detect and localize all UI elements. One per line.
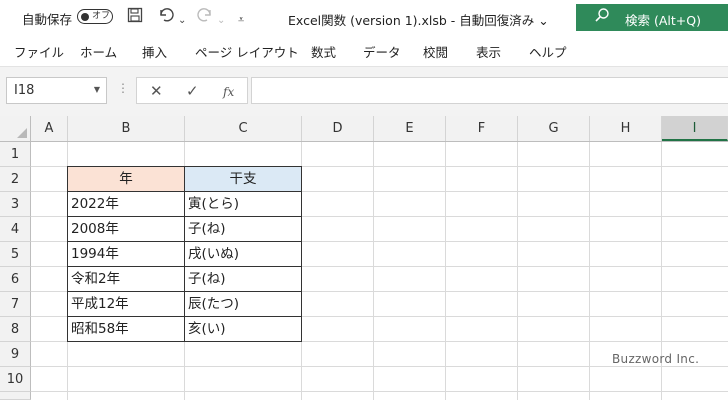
column-header-f[interactable]: F [446,116,518,141]
ribbon-tabs: ファイル ホーム 挿入 ページ レイアウト 数式 データ 校閲 表示 ヘルプ [0,35,728,67]
row-header-1[interactable]: 1 [0,142,31,167]
table-cell-eto[interactable]: 子(ね) [185,217,302,242]
search-box[interactable]: 検索 (Alt+Q) [576,4,728,31]
row-header-8[interactable]: 8 [0,317,31,342]
toggle-state-label: オフ [92,11,111,21]
tab-formulas[interactable]: 数式 [311,42,336,61]
toggle-knob [81,12,89,21]
select-all-button[interactable] [0,116,31,141]
autosave-label: 自動保存 [22,12,73,27]
tab-review[interactable]: 校閲 [423,42,448,61]
name-box[interactable]: I18 ▼ [6,77,107,104]
row-header-11[interactable] [0,392,31,400]
table-cell-year[interactable]: 平成12年 [67,292,185,317]
tab-home[interactable]: ホーム [80,42,117,61]
formula-bar-grip-icon[interactable]: ⋮ [117,81,129,95]
column-header-i[interactable]: I [662,116,728,141]
column-header-d[interactable]: D [302,116,374,141]
row-header-2[interactable]: 2 [0,167,31,192]
row-header-4[interactable]: 4 [0,217,31,242]
table-cell-year[interactable]: 1994年 [67,242,185,267]
table-cell-year[interactable]: 令和2年 [67,267,185,292]
column-header-row: A B C D E F G H I [0,116,728,142]
table-cell-eto[interactable]: 亥(い) [185,317,302,342]
formula-buttons: ✕ ✓ fx [136,77,248,104]
name-box-value: I18 [14,83,35,98]
formula-bar: I18 ▼ ⋮ ✕ ✓ fx [0,67,728,116]
column-header-c[interactable]: C [185,116,302,141]
tab-help[interactable]: ヘルプ [529,42,567,61]
autosave-toggle[interactable]: オフ [77,9,113,24]
watermark: Buzzword Inc. [612,352,700,366]
formula-input[interactable] [251,77,728,104]
search-label: 検索 (Alt+Q) [625,13,701,28]
undo-icon[interactable] [157,7,175,28]
table-cell-year[interactable]: 2008年 [67,217,185,242]
tab-file[interactable]: ファイル [14,42,64,61]
worksheet-grid: A B C D E F G H I 1 2 3 4 5 6 7 8 9 10 年… [0,116,728,400]
insert-function-icon[interactable]: fx [223,82,234,102]
tab-insert[interactable]: 挿入 [142,42,167,61]
tab-page-layout[interactable]: ページ レイアウト [195,42,299,61]
enter-icon[interactable]: ✓ [186,81,199,101]
undo-dropdown-icon[interactable]: ⌄ [178,11,186,31]
table-header-eto[interactable]: 干支 [185,166,302,192]
save-icon[interactable] [127,7,143,28]
row-header-7[interactable]: 7 [0,292,31,317]
table-cell-year[interactable]: 昭和58年 [67,317,185,342]
redo-icon[interactable] [196,7,214,28]
row-header-3[interactable]: 3 [0,192,31,217]
customize-quick-access-icon[interactable]: ⩡ [238,10,244,30]
redo-dropdown-icon[interactable]: ⌄ [217,11,225,31]
row-header-6[interactable]: 6 [0,267,31,292]
row-header-10[interactable]: 10 [0,367,31,392]
table-cell-eto[interactable]: 寅(とら) [185,192,302,217]
column-header-e[interactable]: E [374,116,446,141]
column-header-g[interactable]: G [518,116,590,141]
table-cell-eto[interactable]: 辰(たつ) [185,292,302,317]
document-title[interactable]: Excel関数 (version 1).xlsb - 自動回復済み ⌄ [288,10,549,29]
tab-view[interactable]: 表示 [476,42,501,61]
cancel-icon[interactable]: ✕ [150,81,163,101]
column-header-b[interactable]: B [68,116,185,141]
tab-data[interactable]: データ [363,42,401,61]
column-header-a[interactable]: A [31,116,68,141]
row-header-5[interactable]: 5 [0,242,31,267]
chevron-down-icon[interactable]: ▼ [94,85,100,94]
table-header-year[interactable]: 年 [67,166,185,192]
column-header-h[interactable]: H [590,116,662,141]
table-cell-eto[interactable]: 戌(いぬ) [185,242,302,267]
table-cell-year[interactable]: 2022年 [67,192,185,217]
table-cell-eto[interactable]: 子(ね) [185,267,302,292]
search-icon [594,7,610,28]
row-header-9[interactable]: 9 [0,342,31,367]
title-bar: 自動保存 オフ ⌄ ⌄ ⩡ Excel関数 (version 1).xlsb -… [0,0,728,35]
